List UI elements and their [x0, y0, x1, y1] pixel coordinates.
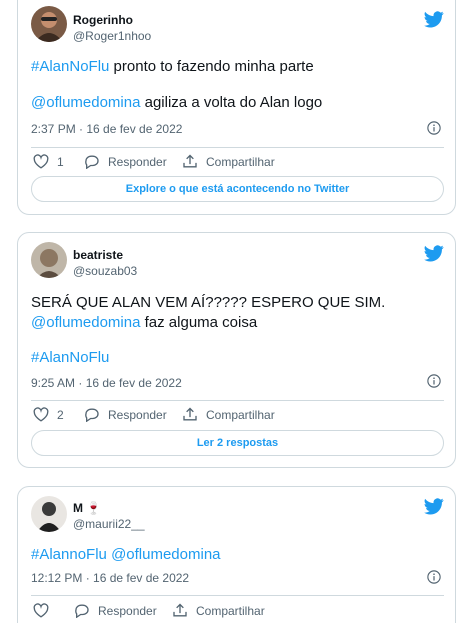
tweet-card: beatriste @souzab03 SERÁ QUE ALAN VEM AÍ… — [17, 232, 456, 468]
tweet-text: agiliza a volta do Alan logo — [140, 94, 323, 111]
like-button[interactable]: 1 — [33, 154, 64, 169]
divider — [31, 147, 444, 148]
reply-icon — [75, 604, 89, 618]
heart-icon — [33, 407, 49, 422]
tweet-card: Rogerinho @Roger1nhoo #AlanNoFlu pronto … — [17, 0, 456, 215]
share-label: Compartilhar — [196, 603, 265, 618]
info-icon[interactable] — [427, 570, 441, 584]
display-name[interactable]: M 🍷 — [73, 501, 101, 515]
reply-button[interactable]: Responder — [84, 154, 167, 169]
share-button[interactable]: Compartilhar — [182, 154, 275, 169]
like-count: 1 — [57, 154, 64, 169]
heart-icon — [33, 603, 49, 618]
share-button[interactable]: Compartilhar — [182, 407, 275, 422]
like-count: 2 — [57, 407, 64, 422]
mention-link[interactable]: @oflumedomina — [111, 546, 220, 563]
tweet-text: faz alguma coisa — [140, 314, 258, 331]
timestamp[interactable]: 12:12 PM · 16 de fev de 2022 — [31, 571, 189, 585]
read-replies-button[interactable]: Ler 2 respostas — [31, 430, 444, 456]
share-label: Compartilhar — [206, 407, 275, 422]
user-handle[interactable]: @souzab03 — [73, 264, 137, 278]
tweet-card: M 🍷 @maurii22__ #AlannoFlu @oflumedomina… — [17, 486, 456, 623]
reply-label: Responder — [108, 407, 167, 422]
heart-icon — [33, 154, 49, 169]
mention-link[interactable]: @oflumedomina — [31, 314, 140, 331]
reply-icon — [85, 155, 99, 169]
reply-button[interactable]: Responder — [74, 603, 157, 618]
tweet-text-line: #AlannoFlu @oflumedomina — [31, 545, 221, 565]
share-label: Compartilhar — [206, 154, 275, 169]
display-name[interactable]: beatriste — [73, 248, 123, 262]
share-icon — [183, 407, 197, 421]
share-icon — [183, 154, 197, 168]
reply-label: Responder — [98, 603, 157, 618]
tweet-text-line: #AlanNoFlu pronto to fazendo minha parte — [31, 57, 314, 77]
share-button[interactable]: Compartilhar — [172, 603, 265, 618]
divider — [31, 595, 444, 596]
twitter-bird-icon[interactable] — [424, 245, 444, 262]
hashtag-link[interactable]: #AlanNoFlu — [31, 58, 109, 75]
tweet-text-line: @oflumedomina agiliza a volta do Alan lo… — [31, 93, 322, 113]
twitter-bird-icon[interactable] — [424, 498, 444, 515]
like-button[interactable] — [33, 603, 57, 618]
avatar[interactable] — [31, 242, 67, 278]
hashtag-link[interactable]: #AlannoFlu — [31, 546, 107, 563]
tweet-text-line: #AlanNoFlu — [31, 348, 109, 368]
reply-label: Responder — [108, 154, 167, 169]
display-name[interactable]: Rogerinho — [73, 13, 133, 27]
user-handle[interactable]: @maurii22__ — [73, 517, 145, 531]
like-button[interactable]: 2 — [33, 407, 64, 422]
hashtag-link[interactable]: #AlanNoFlu — [31, 349, 109, 366]
mention-link[interactable]: @oflumedomina — [31, 94, 140, 111]
info-icon[interactable] — [427, 374, 441, 388]
avatar[interactable] — [31, 496, 67, 532]
info-icon[interactable] — [427, 121, 441, 135]
timestamp[interactable]: 9:25 AM · 16 de fev de 2022 — [31, 376, 182, 390]
explore-twitter-button[interactable]: Explore o que está acontecendo no Twitte… — [31, 176, 444, 202]
reply-button[interactable]: Responder — [84, 407, 167, 422]
user-handle[interactable]: @Roger1nhoo — [73, 29, 151, 43]
divider — [31, 400, 444, 401]
share-icon — [173, 603, 187, 617]
twitter-bird-icon[interactable] — [424, 11, 444, 28]
avatar[interactable] — [31, 6, 67, 42]
timestamp[interactable]: 2:37 PM · 16 de fev de 2022 — [31, 122, 182, 136]
tweet-text-line: @oflumedomina faz alguma coisa — [31, 313, 257, 333]
tweet-text: pronto to fazendo minha parte — [109, 58, 314, 75]
reply-icon — [85, 408, 99, 422]
tweet-text: SERÁ QUE ALAN VEM AÍ????? ESPERO QUE SIM… — [31, 294, 386, 311]
